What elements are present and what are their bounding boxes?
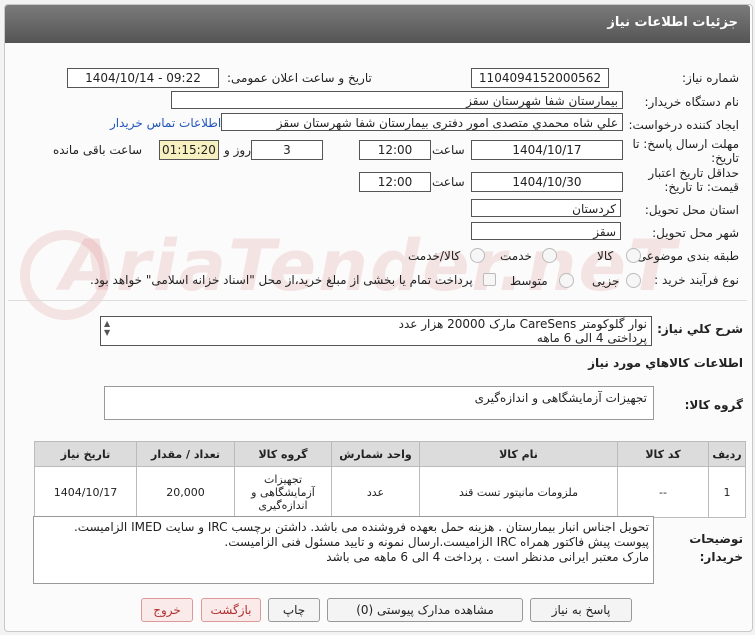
process-medium-label: متوسط: [510, 274, 548, 288]
print-button[interactable]: چاپ: [268, 598, 320, 622]
table-row: 1 -- ملزومات مانیتور تست قند عدد تجهیزات…: [34, 466, 746, 518]
announce-field: 1404/10/14 - 09:22: [67, 68, 219, 88]
page-header: جزئیات اطلاعات نیاز: [5, 5, 750, 43]
category-service-label: خدمت: [500, 249, 532, 263]
province-field: کردستان: [471, 199, 621, 217]
buyer-notes-box: تحویل اجناس انبار بیمارستان . هزینه حمل …: [33, 516, 654, 584]
min-price-label: حداقل تاریخ اعتبار قیمت: تا تاریخ:: [648, 166, 739, 194]
deadline-time-label: ساعت: [432, 143, 465, 157]
min-price-time-label: ساعت: [432, 175, 465, 189]
col-qty: تعداد / مقدار: [136, 441, 235, 467]
col-code: کد کالا: [617, 441, 709, 467]
process-medium-radio[interactable]: [559, 273, 574, 288]
remaining-label: ساعت باقی مانده: [53, 143, 143, 157]
process-minor-radio[interactable]: [626, 273, 641, 288]
items-table: ردیف کد کالا نام کالا واحد شمارش گروه کا…: [34, 441, 746, 518]
col-name: نام کالا: [419, 441, 618, 467]
category-both-label: کالا/خدمت: [408, 249, 461, 263]
col-row: ردیف: [708, 441, 746, 467]
process-label: نوع فرآیند خرید :: [654, 273, 739, 287]
need-number-field: 1104094152000562: [471, 68, 609, 88]
goods-info-title: اطلاعات کالاهاي مورد نياز: [588, 356, 743, 370]
summary-line-1: نوار گلوکومتر CareSens مارک 20000 هزار ع…: [398, 317, 647, 331]
category-both-radio[interactable]: [470, 248, 485, 263]
payment-note: پرداخت تمام یا بخشی از مبلغ خرید،از محل …: [90, 273, 473, 287]
summary-line-2: پرداختی 4 الی 6 ماهه: [536, 331, 647, 345]
table-header-row: ردیف کد کالا نام کالا واحد شمارش گروه کا…: [34, 441, 746, 467]
city-label: شهر محل تحویل:: [652, 226, 739, 240]
col-date: تاریخ نیاز: [34, 441, 137, 467]
goods-group-label: گروه کالا:: [684, 398, 743, 412]
days-label: روز و: [224, 143, 251, 157]
days-field: 3: [251, 140, 323, 160]
cell-qty: 20,000: [136, 466, 235, 518]
category-service-radio[interactable]: [542, 248, 557, 263]
cell-date: 1404/10/17: [34, 466, 137, 518]
back-button[interactable]: بازگشت: [201, 598, 261, 622]
separator: [8, 300, 747, 301]
city-field: سقز: [471, 222, 621, 240]
cell-group: تجهیزات آزمایشگاهی و اندازه‌گیری: [234, 466, 332, 518]
cell-row: 1: [708, 466, 746, 518]
exit-button[interactable]: خروج: [141, 598, 193, 622]
page-title: جزئیات اطلاعات نیاز: [607, 15, 738, 30]
category-goods-label: کالا: [597, 249, 614, 263]
process-minor-label: جزیی: [592, 274, 620, 288]
summary-label: شرح کلي نياز:: [657, 322, 743, 336]
min-price-time-field: 12:00: [359, 172, 431, 192]
deadline-date-field: 1404/10/17: [471, 140, 623, 160]
min-price-date-field: 1404/10/30: [471, 172, 623, 192]
col-unit: واحد شمارش: [331, 441, 420, 467]
cell-unit: عدد: [331, 466, 420, 518]
remaining-time-field: 01:15:20: [159, 140, 219, 160]
col-group: گروه کالا: [234, 441, 332, 467]
cell-name: ملزومات مانیتور تست قند: [419, 466, 618, 518]
cell-code: --: [617, 466, 709, 518]
buyer-notes-line-3: مارک معتبر ایرانی مدنظر است . پرداخت 4 ا…: [326, 550, 649, 564]
buyer-org-label: نام دستگاه خریدار:: [644, 95, 740, 109]
scroll-arrows-icon[interactable]: ▲ ▼: [104, 319, 110, 337]
buyer-notes-label: توضیحات خریدار:: [689, 532, 743, 564]
requester-field: علي شاه محمدي متصدی امور دفتری بیمارستان…: [221, 113, 623, 131]
payment-checkbox[interactable]: [483, 273, 496, 286]
category-goods-radio[interactable]: [626, 248, 641, 263]
buyer-notes-line-1: تحویل اجناس انبار بیمارستان . هزینه حمل …: [73, 520, 649, 534]
goods-group-value: تجهیزات آزمایشگاهی و اندازه‌گیری: [474, 391, 647, 405]
province-label: استان محل تحویل:: [644, 203, 739, 217]
deadline-label: مهلت ارسال پاسخ: تا تاریخ:: [632, 137, 739, 165]
summary-textarea: نوار گلوکومتر CareSens مارک 20000 هزار ع…: [100, 316, 652, 346]
deadline-time-field: 12:00: [359, 140, 431, 160]
requester-label: ایجاد کننده درخواست:: [628, 118, 739, 132]
reply-button[interactable]: پاسخ به نیاز: [530, 598, 632, 622]
buyer-notes-line-2: پیوست پیش فاکتور همراه IRC الزامیست.ارسا…: [224, 535, 649, 549]
goods-group-box: تجهیزات آزمایشگاهی و اندازه‌گیری: [104, 386, 654, 420]
buyer-org-field: بیمارستان شفا شهرستان سقز: [171, 91, 623, 109]
view-attachments-button[interactable]: مشاهده مدارک پیوستی (0): [327, 598, 523, 622]
announce-label: تاریخ و ساعت اعلان عمومی:: [227, 71, 372, 85]
buyer-contact-link[interactable]: اطلاعات تماس خریدار: [110, 116, 221, 130]
need-number-label: شماره نیاز:: [682, 71, 739, 85]
category-label: طبقه بندی موضوعی:: [632, 249, 739, 263]
